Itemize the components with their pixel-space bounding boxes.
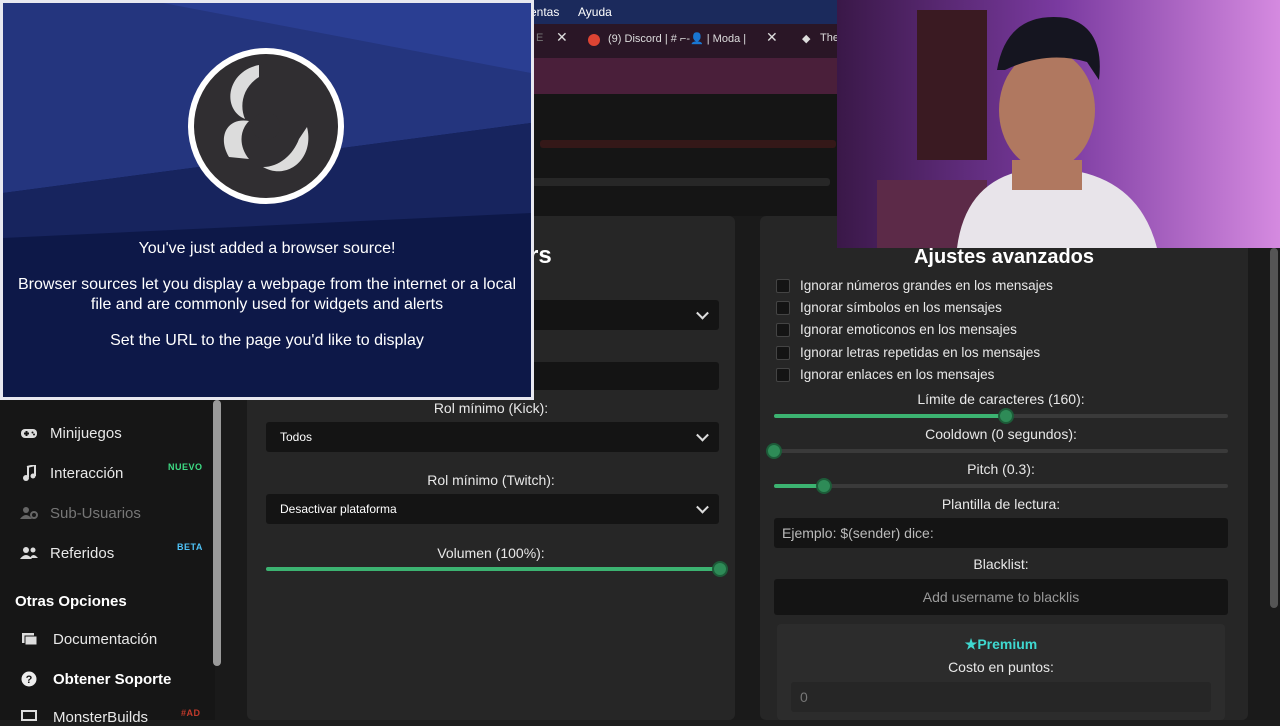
sidebar-item-label: Obtener Soporte (53, 670, 172, 688)
tab-discord[interactable]: (9) Discord | # ⌐-👤 | Moda | (608, 32, 746, 45)
panel-title: Ajustes avanzados (913, 246, 1095, 268)
close-tab-icon[interactable]: ✕ (766, 29, 778, 46)
char-limit-label: Límite de caracteres (160): (917, 391, 1085, 407)
checkbox-label: Ignorar símbolos en los mensajes (800, 300, 1002, 315)
sidebar-item-interaccion[interactable]: Interacción (20, 464, 123, 482)
volume-slider[interactable] (266, 561, 728, 577)
tab-partial[interactable]: E (536, 32, 543, 44)
cooldown-label: Cooldown (0 segundos): (925, 426, 1077, 442)
sidebar: Minijuegos Interacción NUEVO Sub-Usuario… (0, 398, 215, 726)
close-tab-icon[interactable]: ✕ (556, 29, 568, 46)
checkbox-label: Ignorar emoticonos en los mensajes (800, 322, 1017, 337)
sidebar-item-documentacion[interactable]: Documentación (20, 630, 157, 648)
webcam-overlay (837, 0, 1280, 248)
sidebar-item-monsterbuilds[interactable]: MonsterBuilds (20, 708, 148, 726)
new-badge: NUEVO (168, 462, 203, 472)
rol-twitch-select[interactable]: Desactivar plataforma (266, 494, 719, 524)
gamepad-icon (20, 424, 38, 442)
checkbox-label: Ignorar números grandes en los mensajes (800, 278, 1053, 293)
monitor-icon (20, 708, 38, 726)
template-input[interactable]: Ejemplo: $(sender) dice: (774, 518, 1228, 548)
sidebar-item-label: Minijuegos (50, 424, 122, 442)
section-title-otras-opciones: Otras Opciones (15, 593, 127, 610)
obs-line-2: Browser sources let you display a webpag… (17, 276, 517, 313)
checkbox-ignore-emotes[interactable]: Ignorar emoticonos en los mensajes (776, 322, 1017, 337)
chevron-down-icon (696, 428, 709, 442)
obs-line-3: Set the URL to the page you'd like to di… (110, 332, 424, 349)
sidebar-scrollbar[interactable] (213, 400, 221, 666)
checkbox-ignore-symbols[interactable]: Ignorar símbolos en los mensajes (776, 300, 1002, 315)
advanced-settings-panel: Ajustes avanzados Ignorar números grande… (760, 216, 1248, 720)
address-bar-area[interactable] (530, 58, 840, 94)
char-limit-slider[interactable] (774, 408, 1228, 424)
sidebar-item-label: MonsterBuilds (53, 708, 149, 726)
checkbox-label: Ignorar letras repetidas en los mensajes (800, 345, 1041, 360)
cost-label: Costo en puntos: (948, 659, 1054, 675)
users-cog-icon (20, 504, 38, 522)
music-note-icon (20, 464, 38, 482)
cooldown-slider[interactable] (766, 443, 1228, 459)
checkbox-ignore-links[interactable]: Ignorar enlaces en los mensajes (776, 367, 994, 382)
checkbox-box[interactable] (776, 278, 790, 293)
sidebar-item-sub-usuarios[interactable]: Sub-Usuarios (20, 504, 141, 522)
sidebar-item-referidos[interactable]: Referidos (20, 544, 114, 562)
volume-label: Volumen (100%): (437, 545, 545, 561)
browser-tab-bar: E ✕ (9) Discord | # ⌐-👤 | Moda | ✕ ◆ The (530, 24, 840, 58)
template-label: Plantilla de lectura: (941, 496, 1061, 512)
sidebar-item-label: Documentación (53, 630, 158, 648)
page-header-blurred (530, 94, 840, 216)
cost-input[interactable]: 0 (791, 682, 1211, 712)
volume-slider-thumb[interactable] (712, 561, 728, 577)
menu-item-herramientas[interactable]: entas (530, 5, 559, 19)
rol-twitch-label: Rol mínimo (Twitch): (427, 472, 555, 488)
checkbox-label: Ignorar enlaces en los mensajes (800, 367, 995, 382)
obs-line-1: You've just added a browser source! (138, 240, 396, 257)
pitch-slider-thumb[interactable] (815, 478, 832, 494)
chevron-down-icon (696, 306, 709, 320)
user-friends-icon (20, 544, 38, 562)
question-circle-icon: ? (20, 670, 38, 688)
obs-browser-source-overlay: You've just added a browser source! Brow… (0, 0, 534, 400)
char-limit-slider-thumb[interactable] (997, 408, 1014, 424)
volume-slider-fill (266, 567, 720, 571)
ad-badge: #AD (181, 708, 201, 718)
blacklist-input[interactable]: Add username to blacklis (774, 579, 1228, 615)
sidebar-item-minijuegos[interactable]: Minijuegos (20, 424, 122, 442)
premium-section: ★Premium Costo en puntos: 0 (777, 624, 1225, 720)
premium-title: ★Premium (777, 636, 1225, 653)
sidebar-item-soporte[interactable]: ? Obtener Soporte (20, 670, 171, 688)
checkbox-ignore-numbers[interactable]: Ignorar números grandes en los mensajes (776, 278, 1053, 293)
star-icon: ★ (964, 636, 978, 652)
blacklist-label: Blacklist: (973, 556, 1029, 572)
site-favicon-icon: ◆ (802, 33, 811, 45)
chevron-down-icon (696, 500, 709, 514)
pitch-slider[interactable] (774, 478, 1228, 494)
sidebar-item-label: Interacción (50, 464, 124, 482)
discord-icon (588, 34, 600, 46)
rol-kick-value: Todos (280, 430, 313, 444)
obs-logo-icon (188, 48, 344, 204)
premium-label: Premium (977, 636, 1038, 652)
checkbox-box[interactable] (776, 300, 790, 315)
cooldown-slider-thumb[interactable] (766, 443, 782, 459)
page-scrollbar[interactable] (1270, 248, 1278, 608)
checkbox-box[interactable] (776, 367, 790, 382)
rol-twitch-value: Desactivar plataforma (280, 502, 397, 516)
checkbox-ignore-repeated[interactable]: Ignorar letras repetidas en los mensajes (776, 345, 1040, 360)
beta-badge: BETA (177, 542, 203, 552)
rol-kick-select[interactable]: Todos (266, 422, 719, 452)
webcam-feed-image (837, 0, 1280, 248)
menubar: entas Ayuda (530, 0, 840, 24)
checkbox-box[interactable] (776, 322, 790, 337)
obs-message: You've just added a browser source! Brow… (3, 239, 531, 351)
svg-text:?: ? (26, 674, 33, 686)
pitch-label: Pitch (0.3): (967, 461, 1035, 477)
checkbox-box[interactable] (776, 345, 790, 360)
book-icon (20, 630, 38, 648)
menu-item-ayuda[interactable]: Ayuda (578, 5, 612, 19)
sidebar-item-label: Referidos (50, 544, 115, 562)
rol-kick-label: Rol mínimo (Kick): (433, 400, 549, 416)
char-limit-slider-fill (774, 414, 1006, 418)
sidebar-item-label: Sub-Usuarios (50, 504, 141, 522)
